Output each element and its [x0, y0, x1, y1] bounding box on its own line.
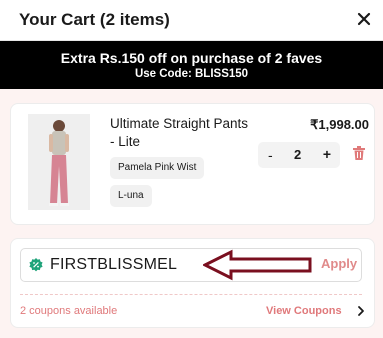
decrease-quantity-button[interactable]: - — [268, 147, 273, 163]
arrow-annotation-icon — [203, 249, 312, 281]
promo-banner: Extra Rs.150 off on purchase of 2 faves … — [0, 41, 383, 89]
quantity-value: 2 — [294, 147, 302, 162]
promo-headline: Extra Rs.150 off on purchase of 2 faves — [60, 50, 323, 66]
chevron-right-icon[interactable] — [357, 305, 365, 317]
cart-header: Your Cart (2 items) — [0, 0, 383, 41]
product-price: ₹1,998.00 — [310, 117, 369, 132]
view-coupons-link[interactable]: View Coupons — [266, 305, 342, 317]
coupon-code-value: FIRSTBLISSMEL — [50, 256, 178, 273]
product-name[interactable]: Ultimate Straight Pants - Lite — [110, 115, 250, 151]
close-icon[interactable] — [353, 8, 375, 30]
product-illustration — [28, 114, 90, 210]
coupon-divider — [20, 294, 362, 295]
product-image[interactable] — [28, 114, 90, 210]
size-chip: L-una — [110, 185, 152, 207]
quantity-stepper: - 2 + — [258, 142, 340, 168]
increase-quantity-button[interactable]: + — [323, 146, 331, 162]
cart-title: Your Cart (2 items) — [19, 10, 170, 29]
trash-icon[interactable] — [353, 146, 365, 160]
coupons-available-text: 2 coupons available — [20, 305, 118, 317]
promo-code-text: Use Code: BLISS150 — [134, 68, 249, 80]
color-chip: Pamela Pink Wist — [110, 157, 205, 179]
coupon-badge-icon — [29, 258, 43, 272]
apply-coupon-button[interactable]: Apply — [321, 256, 357, 271]
